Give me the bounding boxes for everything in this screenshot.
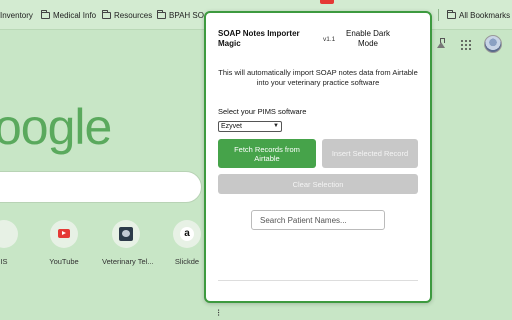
- bookmark-resources[interactable]: Resources: [102, 8, 152, 22]
- popup-title: SOAP Notes Importer Magic: [218, 29, 300, 48]
- notification-badge: [320, 0, 334, 4]
- apps-grid-icon[interactable]: [461, 40, 471, 50]
- profile-avatar[interactable]: [484, 35, 502, 53]
- amazon-icon: a: [180, 227, 194, 241]
- shortcut-veterinary-tel[interactable]: Veterinary Tel...: [102, 220, 154, 266]
- pims-label: Select your PIMS software: [218, 107, 307, 116]
- bookmark-bpah-so[interactable]: BPAH SO: [157, 8, 204, 22]
- pims-select[interactable]: Ezyvet ▼: [218, 121, 282, 132]
- pims-selected-value: Ezyvet: [221, 123, 243, 130]
- folder-icon: [41, 9, 50, 19]
- shortcut-youtube[interactable]: YouTube: [40, 220, 88, 266]
- dark-mode-toggle[interactable]: Enable Dark Mode: [345, 29, 391, 49]
- insert-record-button[interactable]: Insert Selected Record: [322, 139, 418, 168]
- more-vert-icon[interactable]: ⁝: [217, 308, 220, 319]
- shortcut-circle: A: [0, 220, 18, 248]
- folder-icon: [102, 9, 111, 19]
- version-label: v1.1: [323, 36, 336, 43]
- chevron-down-icon: ▼: [273, 123, 279, 129]
- patient-search-input[interactable]: [251, 210, 385, 230]
- youtube-icon: [58, 229, 70, 238]
- bookmarks-separator: [438, 9, 439, 21]
- popup-description: This will automatically import SOAP note…: [218, 68, 418, 87]
- shortcut-circle: a: [173, 220, 201, 248]
- extension-popup: SOAP Notes Importer Magic v1.1 Enable Da…: [204, 11, 432, 303]
- folder-icon: [157, 9, 166, 19]
- shortcut-partial[interactable]: A IS: [0, 220, 28, 266]
- folder-icon: [447, 9, 456, 19]
- bookmark-inventory[interactable]: Inventory: [0, 8, 33, 22]
- popup-divider: [218, 280, 418, 281]
- bookmark-medical-info[interactable]: Medical Info: [41, 8, 96, 22]
- google-logo: oogle: [0, 99, 112, 155]
- shortcut-circle: [50, 220, 78, 248]
- shortcut-circle: [112, 220, 140, 248]
- veterinary-tel-icon: [119, 227, 133, 241]
- fetch-records-button[interactable]: Fetch Records from Airtable: [218, 139, 316, 168]
- labs-flask-icon[interactable]: [437, 38, 446, 48]
- google-search-bar[interactable]: [0, 171, 202, 203]
- clear-selection-button[interactable]: Clear Selection: [218, 174, 418, 194]
- bookmark-all-bookmarks[interactable]: All Bookmarks: [447, 8, 510, 22]
